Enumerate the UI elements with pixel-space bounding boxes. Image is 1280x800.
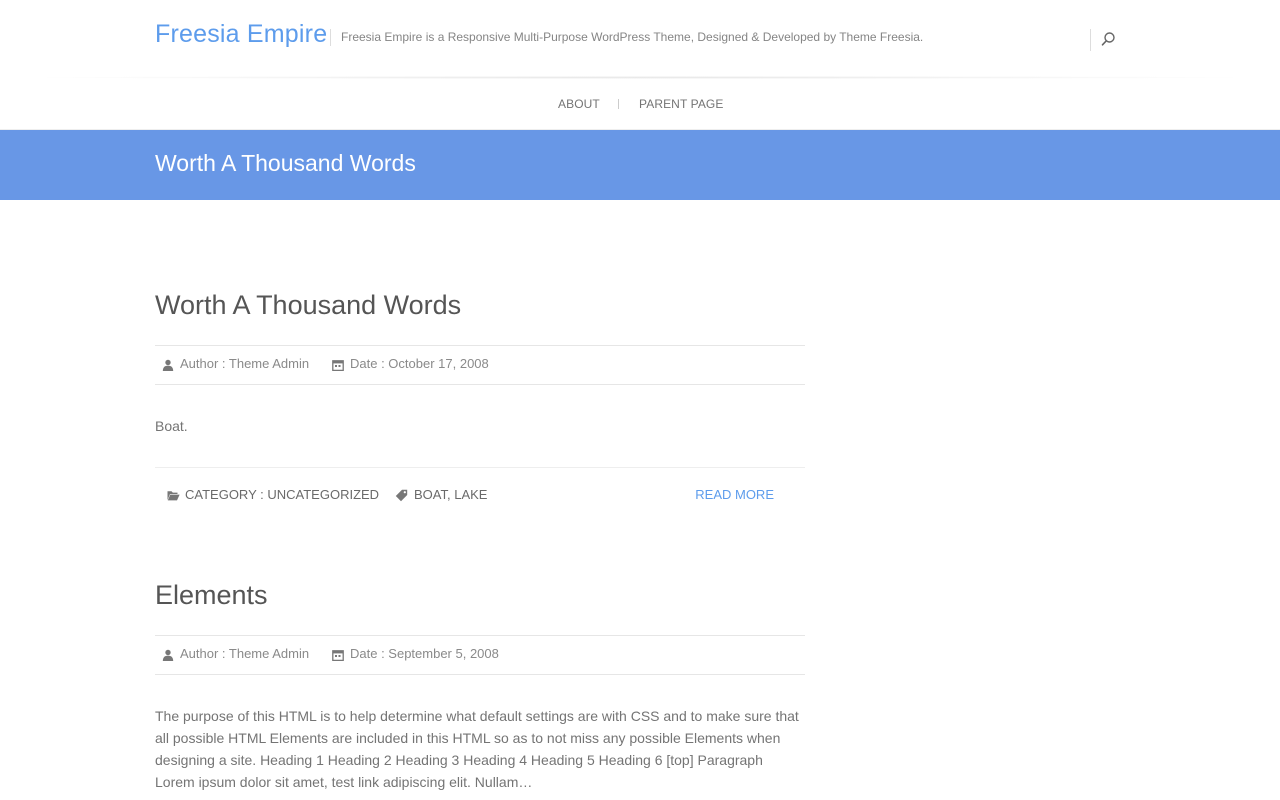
page-title-banner: Worth A Thousand Words <box>0 130 1280 200</box>
author-label: Author : <box>180 646 229 661</box>
post: Worth A Thousand Words Author : Theme Ad… <box>155 290 805 545</box>
post-date: Date : September 5, 2008 <box>332 646 499 661</box>
post-date: Date : October 17, 2008 <box>332 356 489 371</box>
title-divider <box>330 29 331 46</box>
post-excerpt: The purpose of this HTML is to help dete… <box>155 708 799 790</box>
read-more-link[interactable]: READ MORE <box>695 487 774 502</box>
author-link[interactable]: Theme Admin <box>229 356 309 371</box>
post-title[interactable]: Elements <box>155 580 805 611</box>
user-icon <box>162 649 174 661</box>
page-title: Worth A Thousand Words <box>155 150 416 176</box>
tag-link-lake[interactable]: LAKE <box>454 487 487 502</box>
post-author: Author : Theme Admin <box>162 356 309 371</box>
post-meta: Author : Theme Admin Date : September 5,… <box>155 635 805 675</box>
author-link[interactable]: Theme Admin <box>229 646 309 661</box>
date-label: Date : <box>350 646 389 661</box>
tag-link-boat[interactable]: BOAT <box>414 487 447 502</box>
post: Elements Author : Theme Admin Date : Sep… <box>155 580 805 800</box>
date-link[interactable]: September 5, 2008 <box>388 646 499 661</box>
date-label: Date : <box>350 356 389 371</box>
site-title[interactable]: Freesia Empire <box>155 20 327 49</box>
author-label: Author : <box>180 356 229 371</box>
main-navigation: ABOUT PARENT PAGE <box>0 79 1280 130</box>
nav-item-parent-page[interactable]: PARENT PAGE <box>639 97 723 111</box>
folder-icon <box>167 491 180 501</box>
category-link[interactable]: UNCATEGORIZED <box>267 487 379 502</box>
search-icon[interactable] <box>1100 30 1120 50</box>
post-author: Author : Theme Admin <box>162 646 309 661</box>
calendar-icon <box>332 650 344 661</box>
post-meta: Author : Theme Admin Date : October 17, … <box>155 345 805 385</box>
post-title[interactable]: Worth A Thousand Words <box>155 290 805 321</box>
date-link[interactable]: October 17, 2008 <box>388 356 488 371</box>
tag-icon <box>395 489 408 502</box>
nav-item-about[interactable]: ABOUT <box>558 97 600 111</box>
post-footer: CATEGORY : UNCATEGORIZED BOAT, LAKE READ… <box>155 467 805 521</box>
post-category: CATEGORY : UNCATEGORIZED <box>167 487 379 502</box>
post-tags: BOAT, LAKE <box>395 487 487 502</box>
calendar-icon <box>332 360 344 371</box>
search-divider <box>1090 29 1091 51</box>
user-icon <box>162 359 174 371</box>
site-description: Freesia Empire is a Responsive Multi-Pur… <box>341 30 924 44</box>
site-header: Freesia Empire Freesia Empire is a Respo… <box>0 0 1280 79</box>
post-excerpt: Boat. <box>155 418 188 434</box>
category-label: CATEGORY : <box>185 487 268 502</box>
nav-divider <box>618 99 619 109</box>
